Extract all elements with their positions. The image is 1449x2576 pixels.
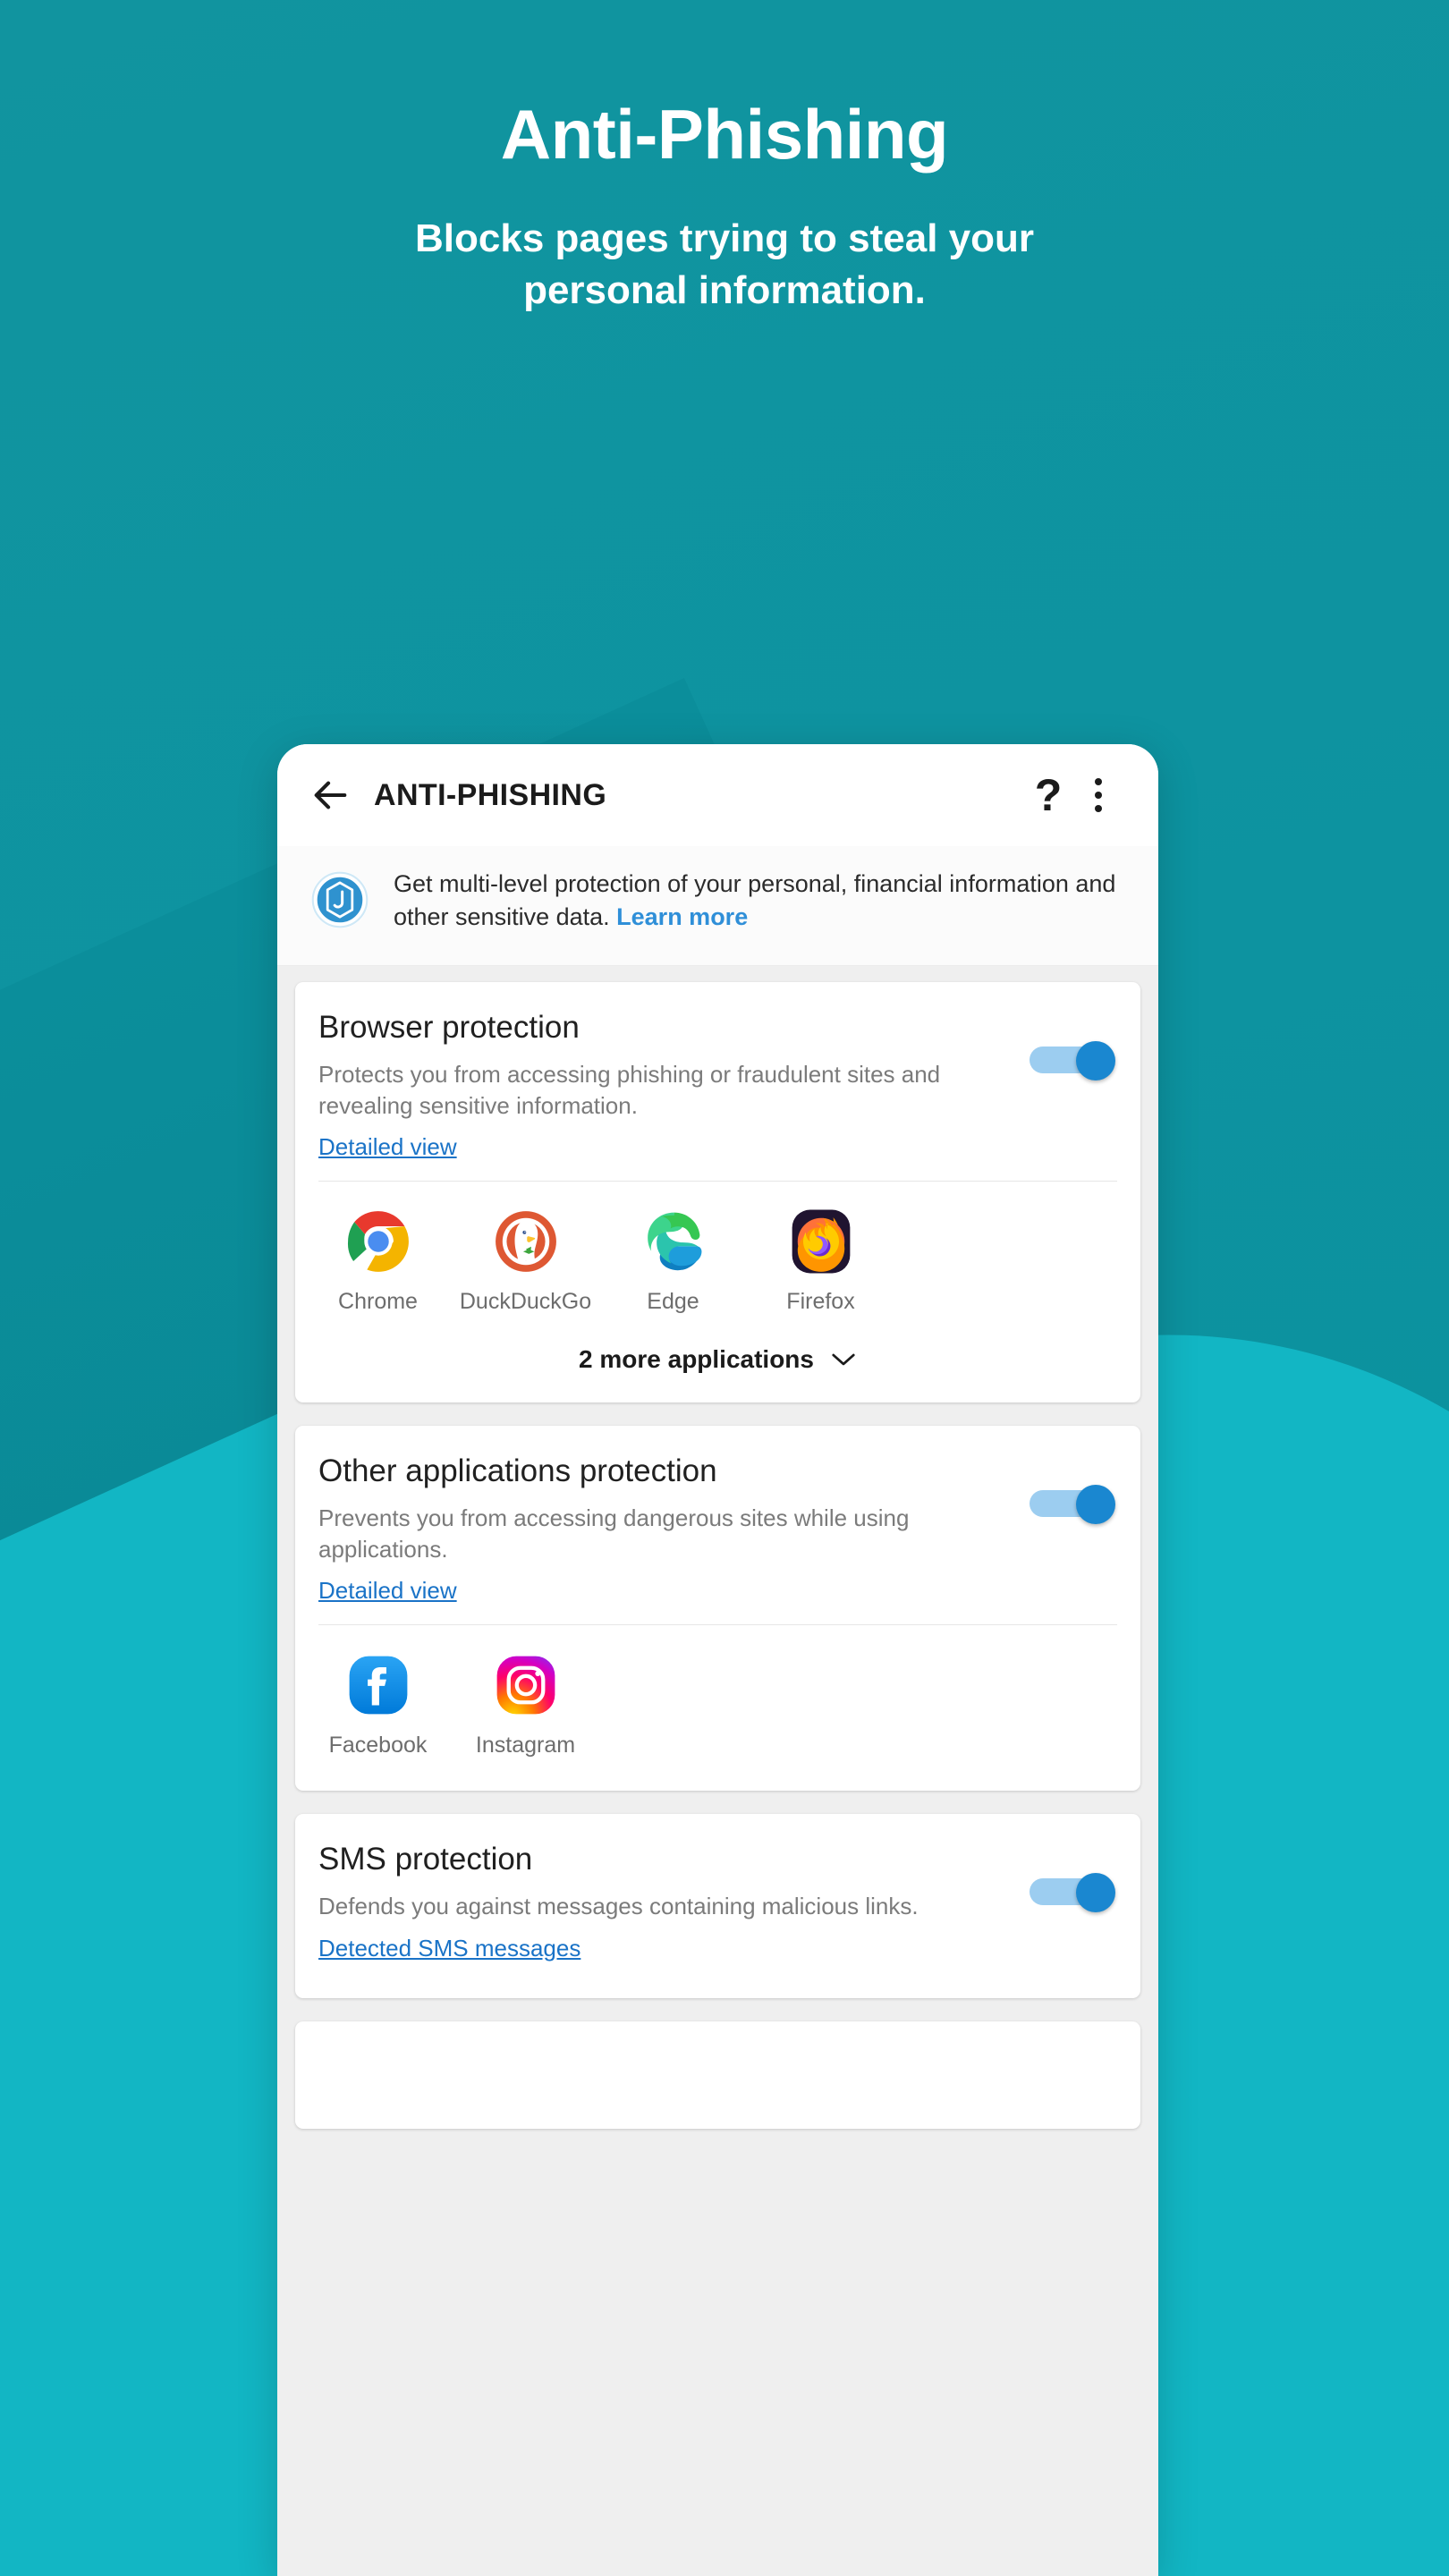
card-spacer — [295, 1775, 1140, 1791]
app-item-firefox[interactable]: Firefox — [747, 1208, 894, 1315]
card-header: Other applications protection Prevents y… — [295, 1426, 1140, 1624]
detailed-view-link[interactable]: Detailed view — [318, 1577, 457, 1605]
facebook-icon — [304, 1652, 452, 1718]
overflow-menu-button[interactable] — [1074, 778, 1123, 812]
app-item-edge[interactable]: Edge — [599, 1208, 747, 1315]
chevron-down-icon — [830, 1352, 857, 1368]
card-title: Browser protection — [318, 1010, 580, 1045]
settings-list: Browser protection Protects you from acc… — [277, 966, 1158, 2576]
app-label: Edge — [647, 1289, 699, 1315]
card-header: Browser protection Protects you from acc… — [295, 982, 1140, 1181]
sms-protection-toggle[interactable] — [1030, 1873, 1115, 1913]
learn-more-link[interactable]: Learn more — [616, 903, 748, 930]
card-other-applications-protection: Other applications protection Prevents y… — [295, 1426, 1140, 1792]
phone-mockup: ANTI-PHISHING ? Get multi-level protecti… — [277, 744, 1158, 2576]
card-description: Prevents you from accessing dangerous si… — [318, 1504, 910, 1563]
app-label: Instagram — [475, 1733, 576, 1758]
app-item-duckduckgo[interactable]: DuckDuckGo — [452, 1208, 599, 1315]
card-sms-protection: SMS protection Defends you against messa… — [295, 1814, 1140, 1998]
browser-protection-toggle[interactable] — [1030, 1041, 1115, 1080]
kebab-menu-icon — [1074, 778, 1123, 812]
card-description: Defends you against messages containing … — [318, 1893, 919, 1920]
edge-icon — [599, 1208, 747, 1275]
card-next-partial — [295, 2021, 1140, 2129]
other-applications-protection-toggle[interactable] — [1030, 1485, 1115, 1525]
help-button[interactable]: ? — [1022, 773, 1074, 818]
app-item-chrome[interactable]: Chrome — [304, 1208, 452, 1315]
app-item-facebook[interactable]: Facebook — [304, 1652, 452, 1758]
info-banner-text: Get multi-level protection of your perso… — [394, 868, 1123, 935]
card-title: SMS protection — [318, 1842, 533, 1877]
promo-headline: Anti-Phishing — [500, 95, 949, 174]
back-arrow-icon[interactable] — [309, 775, 351, 816]
app-label: Facebook — [328, 1733, 428, 1758]
toggle-thumb — [1076, 1485, 1115, 1525]
more-applications-label: 2 more applications — [579, 1345, 814, 1374]
promo-subheadline: Blocks pages trying to steal your person… — [415, 216, 1034, 312]
app-label: Chrome — [338, 1289, 418, 1315]
question-mark-icon: ? — [1034, 770, 1063, 820]
toggle-thumb — [1076, 1041, 1115, 1080]
firefox-icon — [747, 1208, 894, 1275]
instagram-icon — [452, 1652, 599, 1718]
app-label: Firefox — [786, 1289, 855, 1315]
browser-apps-row: Chrome DuckDuckGo Edge Firefox — [295, 1182, 1140, 1331]
app-item-instagram[interactable]: Instagram — [452, 1652, 599, 1758]
info-banner: Get multi-level protection of your perso… — [277, 846, 1158, 966]
app-bar: ANTI-PHISHING ? — [277, 744, 1158, 846]
chrome-icon — [304, 1208, 452, 1275]
toggle-thumb — [1076, 1873, 1115, 1913]
card-title: Other applications protection — [318, 1453, 717, 1489]
detected-sms-messages-link[interactable]: Detected SMS messages — [318, 1935, 580, 1962]
page-title: ANTI-PHISHING — [374, 777, 607, 812]
duckduckgo-icon — [452, 1208, 599, 1275]
more-applications-button[interactable]: 2 more applications — [295, 1331, 1140, 1402]
card-spacer — [295, 1982, 1140, 1998]
promo-text-block: Anti-Phishing Blocks pages trying to ste… — [0, 95, 1449, 317]
shield-info-icon — [309, 868, 370, 935]
detailed-view-link[interactable]: Detailed view — [318, 1133, 457, 1161]
other-apps-row: Facebook Instagram — [295, 1625, 1140, 1775]
card-header: SMS protection Defends you against messa… — [295, 1814, 1140, 1982]
app-label: DuckDuckGo — [459, 1289, 592, 1315]
card-description: Protects you from accessing phishing or … — [318, 1061, 941, 1119]
card-browser-protection: Browser protection Protects you from acc… — [295, 982, 1140, 1403]
info-banner-message: Get multi-level protection of your perso… — [394, 870, 1116, 931]
